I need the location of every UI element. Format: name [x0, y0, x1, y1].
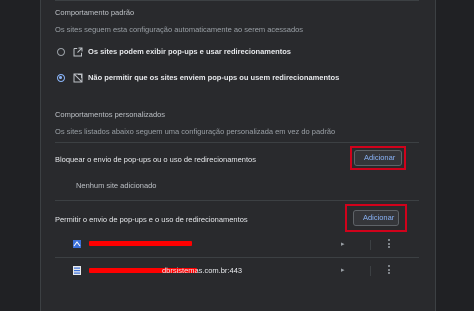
- site-row[interactable]: dbrsistemas.com.br:443 ▸: [55, 260, 419, 282]
- custom-behavior-title: Comportamentos personalizados: [55, 110, 166, 119]
- popup-blocked-icon: [73, 73, 83, 83]
- empty-list-text: Nenhum site adicionado: [76, 181, 157, 190]
- default-behavior-title: Comportamento padrão: [55, 8, 135, 17]
- open-in-new-icon: [73, 47, 83, 57]
- block-section-label: Bloquear o envio de pop-ups ou o uso de …: [55, 155, 256, 164]
- redacted-site-name: [89, 241, 192, 246]
- divider: [55, 257, 419, 258]
- default-behavior-subtitle: Os sites seguem esta configuração automa…: [55, 25, 304, 34]
- radio-option-block-popups[interactable]: Não permitir que os sites enviem pop-ups…: [55, 66, 419, 90]
- chevron-right-icon[interactable]: ▸: [341, 240, 345, 248]
- more-actions-icon[interactable]: [388, 239, 390, 250]
- site-host-text: dbrsistemas.com.br:443: [162, 266, 243, 275]
- custom-behavior-subtitle: Os sites listados abaixo seguem uma conf…: [55, 127, 336, 136]
- site-row[interactable]: ▸: [55, 234, 419, 256]
- divider: [55, 200, 419, 201]
- radio-button[interactable]: [57, 48, 65, 56]
- highlight-box: [345, 204, 407, 232]
- chevron-right-icon[interactable]: ▸: [341, 266, 345, 274]
- site-favicon-icon: [73, 266, 81, 275]
- highlight-box: [350, 146, 406, 170]
- top-divider: [55, 0, 419, 1]
- separator: [370, 240, 371, 250]
- site-favicon-icon: [73, 240, 81, 248]
- more-actions-icon[interactable]: [388, 265, 390, 276]
- divider: [55, 142, 419, 143]
- separator: [370, 266, 371, 276]
- option-label: Não permitir que os sites enviem pop-ups…: [88, 73, 340, 82]
- option-label: Os sites podem exibir pop-ups e usar red…: [88, 47, 291, 56]
- radio-option-allow-popups[interactable]: Os sites podem exibir pop-ups e usar red…: [55, 40, 419, 64]
- allow-section-label: Permitir o envio de pop-ups e o uso de r…: [55, 215, 248, 224]
- radio-button-selected[interactable]: [57, 74, 65, 82]
